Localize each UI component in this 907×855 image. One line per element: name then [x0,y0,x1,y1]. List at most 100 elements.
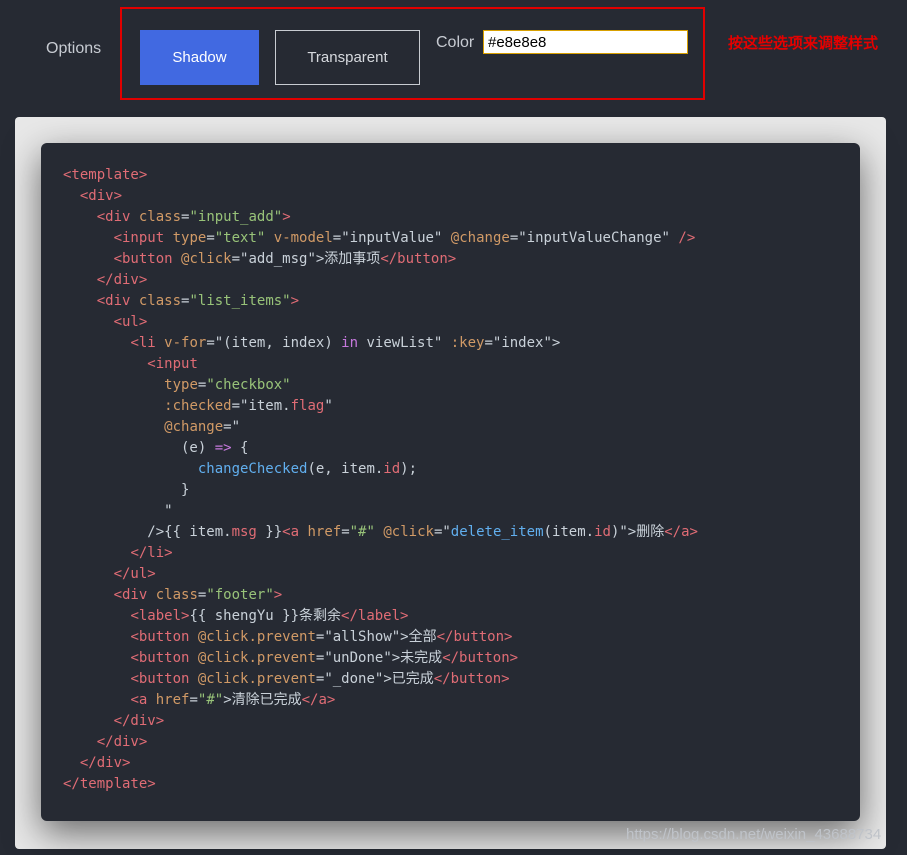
code-token: (item. [543,524,595,540]
code-token: { [231,440,249,456]
code-line: } [63,480,698,501]
code-token: </ul> [113,566,156,582]
code-line: <a href="#">清除已完成</a> [63,690,698,711]
code-token: <input [113,230,173,246]
code-line: :checked="item.flag" [63,396,698,417]
code-token: = [206,230,215,246]
code-token: </li> [130,545,173,561]
code-token: </div> [113,713,165,729]
code-token: </label> [341,608,409,624]
code-token: <button [130,629,198,645]
code-line: <button @click.prevent="_done">已完成</butt… [63,669,698,690]
code-token: <li [130,335,165,351]
code-token: "text" [214,230,266,246]
code-token: <button [130,650,198,666]
code-token: = [189,692,198,708]
code-token: } [63,482,190,498]
code-token: (e) [63,440,215,456]
color-input[interactable] [483,30,688,54]
code-token: => [214,440,232,456]
code-line: <label>{{ shengYu }}条剩余</label> [63,606,698,627]
shadow-button[interactable]: Shadow [140,30,259,85]
code-line: (e) => { [63,438,698,459]
options-label: Options [46,40,102,57]
code-token: =" [223,419,241,435]
code-token: /> [678,230,696,246]
code-token: ="inputValue" [332,230,451,246]
code-token: "#" [349,524,375,540]
code-line: <button @click.prevent="allShow">全部</but… [63,627,698,648]
code-line: </template> [63,774,698,795]
code-token: </div> [96,272,148,288]
code-token: </div> [79,755,131,771]
code-token: (e, item. [307,461,384,477]
code-line: <ul> [63,312,698,333]
code-token: type [172,230,207,246]
code-line: </ul> [63,564,698,585]
code-token: </button> [442,650,519,666]
code-line: <input type="text" v-model="inputValue" … [63,228,698,249]
code-token: msg [231,524,257,540]
code-token: id [383,461,401,477]
code-line: <div class="footer"> [63,585,698,606]
code-token: }} [256,524,283,540]
annotation-note: 按这些选项来调整样式 [728,34,879,52]
code-token: <a [130,692,156,708]
code-token: "footer" [206,587,274,603]
code-line: <div> [63,186,698,207]
code-token: </button> [433,671,510,687]
code-line: <div class="list_items"> [63,291,698,312]
code-token: </a> [301,692,336,708]
code-line: type="checkbox" [63,375,698,396]
code-line: <button @click="add_msg">添加事项</button> [63,249,698,270]
code-token: " [324,398,333,414]
code-token: <div [96,293,139,309]
code-line: </div> [63,711,698,732]
code-token: <ul> [113,314,148,330]
code-token: changeChecked [197,461,308,477]
code-line: </div> [63,732,698,753]
code-token: > [282,209,291,225]
code-token: <label> [130,608,190,624]
code-token: @click.prevent [197,629,316,645]
code-line: <button @click.prevent="unDone">未完成</but… [63,648,698,669]
code-token: @click.prevent [197,650,316,666]
code-token: :checked [164,398,232,414]
code-token: <a [282,524,308,540]
code-token: @click.prevent [197,671,316,687]
code-card: <template> <div> <div class="input_add">… [41,143,860,821]
code-token: />{{ item. [63,524,232,540]
code-token: ="(item, index) [206,335,342,351]
code-token: ="inputValueChange" [509,230,679,246]
code-token: ="index"> [484,335,561,351]
code-token: class [138,209,182,225]
code-line: <input [63,354,698,375]
code-line: <li v-for="(item, index) in viewList" :k… [63,333,698,354]
code-token: href [155,692,190,708]
code-token: <div [113,587,156,603]
code-token: "list_items" [189,293,291,309]
code-token: viewList" [358,335,451,351]
code-token: @click [181,251,232,267]
color-label: Color [436,34,475,51]
code-token: ="_done">已完成 [315,671,434,687]
code-token: > [273,587,283,603]
code-token: </button> [380,251,457,267]
code-token: ="allShow">全部 [315,629,437,645]
code-token: </a> [664,524,698,540]
transparent-button[interactable]: Transparent [275,30,420,85]
